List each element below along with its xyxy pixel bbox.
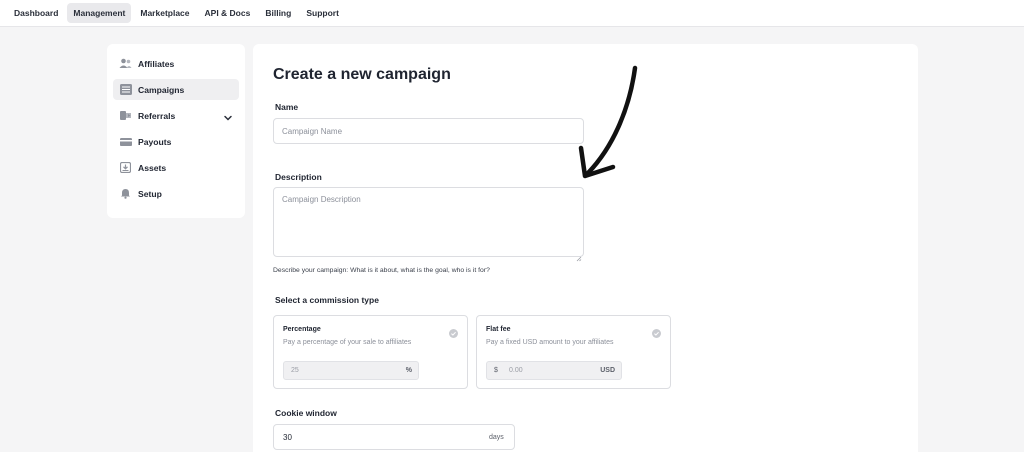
top-navigation: Dashboard Management Marketplace API & D… [0,0,1024,27]
users-icon [119,57,132,70]
usd-suffix: USD [600,367,615,374]
flat-fee-value: 0.00 [509,367,523,374]
name-label: Name [275,102,299,112]
percentage-title: Percentage [283,326,321,333]
sidebar-item-campaigns[interactable]: Campaigns [113,79,239,100]
sidebar: Affiliates Campaigns Referrals Payouts A… [107,44,245,218]
credit-card-icon [119,135,132,148]
flat-fee-description: Pay a fixed USD amount to your affiliate… [486,339,614,346]
list-icon [119,83,132,96]
commission-flat-fee-option[interactable]: Flat fee Pay a fixed USD amount to your … [476,315,671,389]
sidebar-item-setup[interactable]: Setup [113,183,239,204]
sidebar-item-label: Payouts [138,136,172,147]
nav-dashboard[interactable]: Dashboard [8,3,64,23]
cookie-window-label: Cookie window [275,408,337,418]
annotation-arrow-icon [578,65,638,179]
sidebar-item-assets[interactable]: Assets [113,157,239,178]
flat-fee-input[interactable]: $ 0.00 USD [486,361,622,380]
nav-api-docs[interactable]: API & Docs [199,3,257,23]
campaign-name-input[interactable] [273,118,584,144]
sidebar-item-label: Setup [138,188,162,199]
nav-marketplace[interactable]: Marketplace [134,3,195,23]
flat-fee-title: Flat fee [486,326,511,333]
check-circle-icon [449,325,458,338]
cookie-window-input[interactable] [273,424,515,450]
sidebar-item-payouts[interactable]: Payouts [113,131,239,152]
percentage-input[interactable]: 25 % [283,361,419,380]
check-circle-icon [652,325,661,338]
download-icon [119,161,132,174]
sidebar-item-affiliates[interactable]: Affiliates [113,53,239,74]
campaign-description-input[interactable] [273,187,584,257]
commission-type-label: Select a commission type [275,295,379,305]
sidebar-item-referrals[interactable]: Referrals [113,105,239,126]
sidebar-item-label: Campaigns [138,84,185,95]
sidebar-item-label: Affiliates [138,58,175,69]
nav-billing[interactable]: Billing [259,3,297,23]
description-help-text: Describe your campaign: What is it about… [273,267,490,274]
dollar-prefix: $ [494,367,498,374]
nav-management[interactable]: Management [67,3,132,23]
percentage-value: 25 [291,367,299,374]
referral-icon [119,109,132,122]
description-label: Description [275,172,322,182]
sidebar-item-label: Assets [138,162,167,173]
sidebar-item-label: Referrals [138,110,176,121]
days-suffix: days [489,434,504,441]
page-title: Create a new campaign [273,66,451,83]
percentage-description: Pay a percentage of your sale to affilia… [283,339,412,346]
percent-suffix: % [405,367,412,374]
commission-percentage-option[interactable]: Percentage Pay a percentage of your sale… [273,315,468,389]
bell-icon [119,187,132,200]
resize-grip-icon[interactable] [576,249,582,262]
chevron-down-icon[interactable] [223,110,233,121]
nav-support[interactable]: Support [300,3,345,23]
